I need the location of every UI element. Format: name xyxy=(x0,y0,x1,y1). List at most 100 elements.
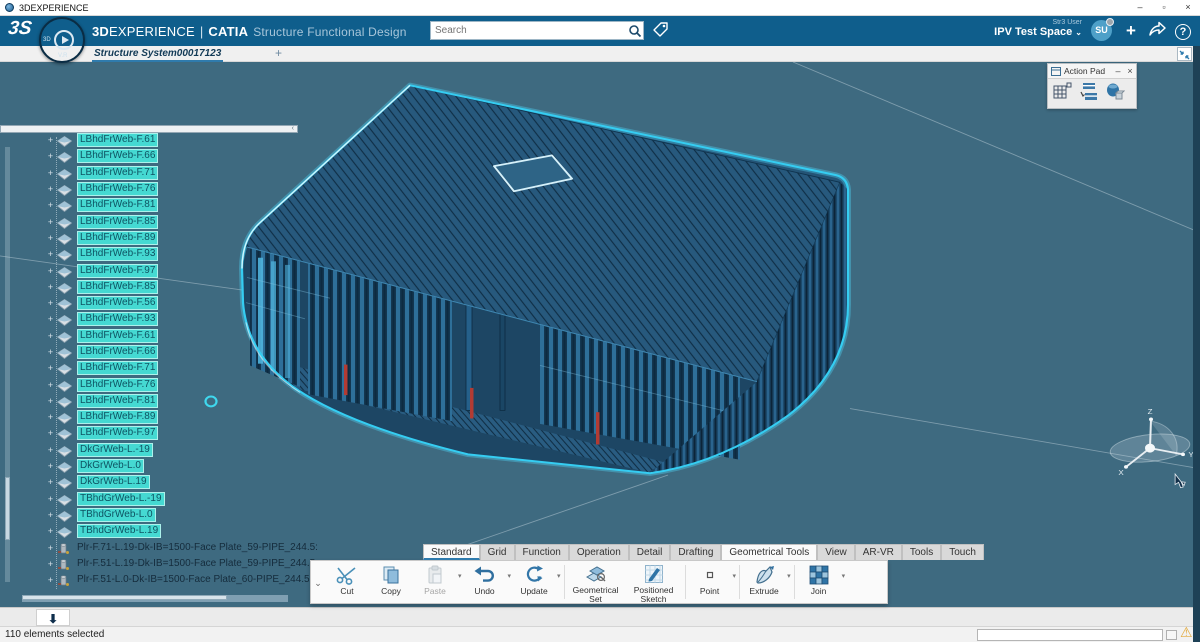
toolbar-tab-view[interactable]: View xyxy=(817,544,855,560)
solid-tools-icon[interactable] xyxy=(1105,82,1125,102)
maximize-icon[interactable]: ▫ xyxy=(1152,0,1176,15)
expand-plus-icon[interactable]: + xyxy=(44,363,57,373)
tree-item-label[interactable]: LBhdFrWeb-F.97 xyxy=(77,426,158,440)
toolbar-tab-tools[interactable]: Tools xyxy=(902,544,941,560)
toolbar-tab-touch[interactable]: Touch xyxy=(941,544,984,560)
expand-plus-icon[interactable]: + xyxy=(44,559,57,569)
tree-item-label[interactable]: LBhdFrWeb-F.81 xyxy=(77,198,158,212)
tree-item-label[interactable]: Plr-F.71-L.19-Dk-IB=1500-Face Plate_59-P… xyxy=(77,542,318,554)
tree-item-label[interactable]: LBhdFrWeb-F.85 xyxy=(77,280,158,294)
tree-item-label[interactable]: Plr-F.51-L.19-Dk-IB=1500-Face Plate_59-P… xyxy=(77,558,318,570)
tree-scrollbar-top[interactable]: ‹ xyxy=(0,125,298,133)
ship-block-model[interactable] xyxy=(242,85,848,473)
toolbar-tab-drafting[interactable]: Drafting xyxy=(670,544,721,560)
expand-plus-icon[interactable]: + xyxy=(44,266,57,276)
compass-button[interactable]: 3D V.R xyxy=(39,17,85,63)
paste-button[interactable]: Paste xyxy=(413,561,457,603)
expand-plus-icon[interactable]: + xyxy=(44,282,57,292)
expand-plus-icon[interactable]: + xyxy=(44,445,57,455)
expand-plus-icon[interactable]: + xyxy=(44,396,57,406)
search-input[interactable] xyxy=(431,25,627,36)
undo-button[interactable]: Undo xyxy=(463,561,507,603)
copy-button[interactable]: Copy xyxy=(369,561,413,603)
expand-plus-icon[interactable]: + xyxy=(44,298,57,308)
expand-plus-icon[interactable]: + xyxy=(44,314,57,324)
tree-item-label[interactable]: LBhdFrWeb-F.81 xyxy=(77,394,158,408)
tree-item-label[interactable]: DkGrWeb-L.-19 xyxy=(77,443,153,457)
help-icon[interactable]: ? xyxy=(1172,19,1194,43)
tag-icon[interactable] xyxy=(652,21,670,39)
document-tab[interactable]: Structure System00017123 xyxy=(92,46,223,62)
command-input[interactable] xyxy=(977,629,1163,641)
expand-plus-icon[interactable]: + xyxy=(44,249,57,259)
expand-plus-icon[interactable]: + xyxy=(44,380,57,390)
extrude-button[interactable]: Extrude xyxy=(742,561,786,603)
tree-item-label[interactable]: LBhdFrWeb-F.71 xyxy=(77,166,158,180)
expand-plus-icon[interactable]: + xyxy=(44,543,57,553)
tree-item-label[interactable]: DkGrWeb-L.19 xyxy=(77,475,150,489)
toolbar-tab-geometrical-tools[interactable]: Geometrical Tools xyxy=(721,544,817,560)
update-button[interactable]: Update xyxy=(512,561,556,603)
tree-item-label[interactable]: TBhdGrWeb-L.19 xyxy=(77,524,161,538)
geometrical-set-button[interactable]: Geometrical Set xyxy=(567,561,625,603)
tree-item-label[interactable]: TBhdGrWeb-L.-19 xyxy=(77,492,165,506)
tree-item-label[interactable]: LBhdFrWeb-F.76 xyxy=(77,378,158,392)
grid-tools-icon[interactable] xyxy=(1053,82,1073,102)
toolbar-collapse-icon[interactable]: ⌄ xyxy=(311,561,325,603)
tree-item-label[interactable]: LBhdFrWeb-F.93 xyxy=(77,312,158,326)
expand-plus-icon[interactable]: + xyxy=(44,233,57,243)
cut-button[interactable]: Cut xyxy=(325,561,369,603)
toolbar-tab-ar-vr[interactable]: AR-VR xyxy=(855,544,902,560)
toolbar-tab-function[interactable]: Function xyxy=(515,544,569,560)
collapse-viewport-icon[interactable] xyxy=(1177,47,1192,61)
close-icon[interactable]: × xyxy=(1176,0,1200,15)
expand-plus-icon[interactable]: + xyxy=(44,168,57,178)
3d-viewport[interactable]: Z X Y ‹ +LBhdFrWeb-F.61+LBhdFrWeb-F.66+L… xyxy=(0,62,1200,607)
tree-item-label[interactable]: Plr-F.51-L.0-Dk-IB=1500-Face Plate_60-PI… xyxy=(77,574,315,586)
expand-plus-icon[interactable]: + xyxy=(44,510,57,520)
tree-item-label[interactable]: LBhdFrWeb-F.76 xyxy=(77,182,158,196)
action-pad-close-icon[interactable]: × xyxy=(1124,64,1136,78)
tree-item-label[interactable]: TBhdGrWeb-L.0 xyxy=(77,508,156,522)
tree-item-label[interactable]: LBhdFrWeb-F.85 xyxy=(77,215,158,229)
action-pad-minimize-icon[interactable]: – xyxy=(1112,64,1124,78)
tree-item-label[interactable]: DkGrWeb-L.0 xyxy=(77,459,144,473)
dropdown-arrow-icon[interactable]: ▾ xyxy=(841,572,847,580)
tree-item-label[interactable]: LBhdFrWeb-F.61 xyxy=(77,133,158,147)
new-tab-button[interactable]: + xyxy=(275,46,282,61)
positioned-sketch-button[interactable]: Positioned Sketch xyxy=(625,561,683,603)
tree-item-label[interactable]: LBhdFrWeb-F.66 xyxy=(77,345,158,359)
expand-plus-icon[interactable]: + xyxy=(44,347,57,357)
expand-plus-icon[interactable]: + xyxy=(44,412,57,422)
toolbar-tab-operation[interactable]: Operation xyxy=(569,544,629,560)
join-button[interactable]: Join xyxy=(797,561,841,603)
table-tools-icon[interactable] xyxy=(1079,82,1099,102)
tree-horizontal-scrollbar[interactable] xyxy=(22,595,288,602)
expand-plus-icon[interactable]: + xyxy=(44,217,57,227)
expand-plus-icon[interactable]: + xyxy=(44,494,57,504)
dropdown-arrow-icon[interactable]: ▾ xyxy=(732,572,738,580)
toolbar-tab-standard[interactable]: Standard xyxy=(423,544,480,560)
toolbar-tab-grid[interactable]: Grid xyxy=(480,544,515,560)
dropdown-arrow-icon[interactable]: ▾ xyxy=(556,572,562,580)
expand-plus-icon[interactable]: + xyxy=(44,184,57,194)
expand-plus-icon[interactable]: + xyxy=(44,477,57,487)
dropdown-arrow-icon[interactable]: ▾ xyxy=(786,572,792,580)
toolbar-tab-detail[interactable]: Detail xyxy=(629,544,671,560)
tree-item-label[interactable]: LBhdFrWeb-F.61 xyxy=(77,329,158,343)
share-icon[interactable] xyxy=(1146,19,1168,43)
add-content-button[interactable]: + xyxy=(1120,19,1142,43)
search-icon[interactable] xyxy=(627,23,643,39)
expand-plus-icon[interactable]: + xyxy=(44,151,57,161)
expand-plus-icon[interactable]: + xyxy=(44,461,57,471)
tree-item-label[interactable]: LBhdFrWeb-F.97 xyxy=(77,264,158,278)
tree-item-label[interactable]: LBhdFrWeb-F.89 xyxy=(77,231,158,245)
expand-plus-icon[interactable]: + xyxy=(44,526,57,536)
tree-item-label[interactable]: LBhdFrWeb-F.93 xyxy=(77,247,158,261)
expand-plus-icon[interactable]: + xyxy=(44,331,57,341)
expand-plus-icon[interactable]: + xyxy=(44,428,57,438)
expand-plus-icon[interactable]: + xyxy=(44,135,57,145)
command-options-icon[interactable] xyxy=(1166,630,1177,640)
warning-icon[interactable]: ⚠ xyxy=(1180,624,1193,641)
expand-plus-icon[interactable]: + xyxy=(44,575,57,585)
